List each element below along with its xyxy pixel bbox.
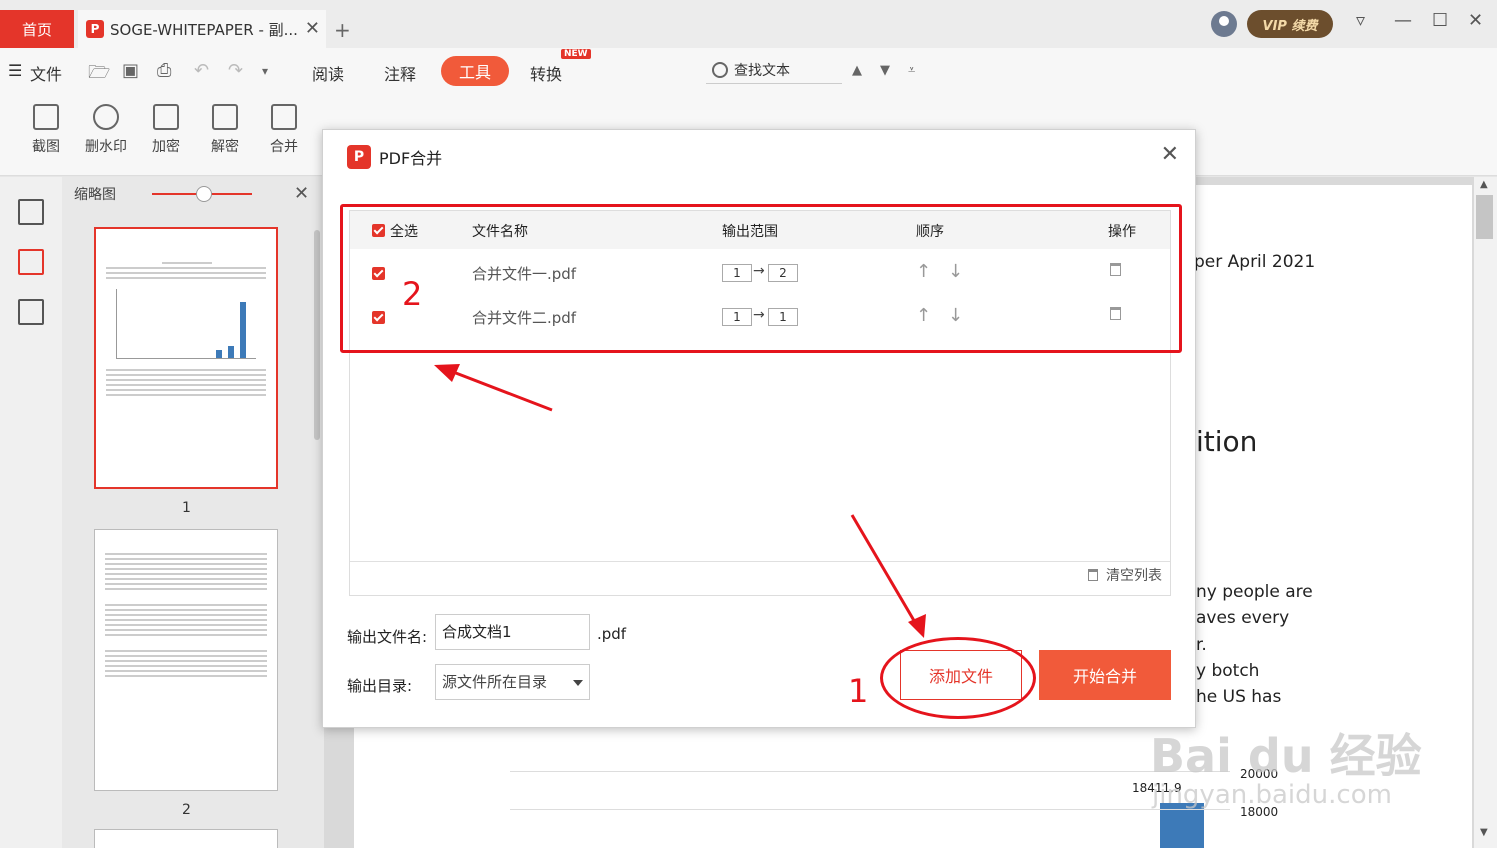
menu-convert[interactable]: 转换 [530,61,562,85]
doc-text: aves every [1196,608,1290,628]
minimize-icon[interactable]: — [1394,10,1412,31]
screenshot-tool[interactable]: 截图 [18,104,74,156]
clear-list-button[interactable]: 清空列表 [1088,565,1162,585]
lock-icon [153,104,179,130]
decrypt-tool[interactable]: 解密 [197,104,253,156]
close-icon[interactable]: ✕ [305,18,320,39]
window-close-icon[interactable]: ✕ [1468,10,1483,31]
search-prev-icon[interactable]: ▲ [852,63,862,78]
merge-tool[interactable]: 合并 [256,104,312,156]
trash-icon [1088,569,1098,581]
outline-icon[interactable] [18,199,44,225]
redo-icon[interactable]: ↷ [228,60,243,81]
annotation-number-1: 1 [848,672,869,710]
watermark-text: Bai du 经验 [1150,729,1422,783]
close-icon[interactable]: ✕ [294,183,309,204]
search-next-icon[interactable]: ▼ [880,63,890,78]
doc-text: per April 2021 [1194,252,1316,272]
search-input[interactable]: 查找文本 [706,56,842,84]
title-bar: 首页 P SOGE-WHITEPAPER - 副... ✕ + VIP 续费 ▿… [0,0,1497,48]
doc-text: r. [1196,635,1207,655]
page-thumbnail[interactable] [94,829,278,848]
menu-annotate[interactable]: 注释 [384,61,416,85]
remove-watermark-tool[interactable]: 删水印 [78,104,134,156]
chevron-down-icon [573,680,583,686]
close-icon[interactable]: ✕ [1161,142,1179,167]
page-thumbnail[interactable] [94,529,278,791]
pdf-logo-icon: P [347,145,371,169]
thumbnail-scrollbar[interactable] [314,230,320,440]
output-extension: .pdf [597,625,627,643]
menu-file[interactable]: 文件 [30,61,62,85]
menu-bar: ☰ 文件 🗁 ▣ ⎙ ↶ ↷ ▾ 阅读 注释 工具 转换 NEW 查找文本 ▲ … [0,48,1497,94]
list-divider [350,561,1170,562]
annotation-number-2: 2 [402,275,423,313]
doc-text: ny people are [1196,582,1313,602]
output-name-input[interactable]: 合成文档1 [435,614,590,650]
encrypt-tool[interactable]: 加密 [138,104,194,156]
menu-read[interactable]: 阅读 [312,61,344,85]
menu-dropdown-icon[interactable]: ▿ [1356,10,1365,31]
tab-document[interactable]: P SOGE-WHITEPAPER - 副... ✕ [78,10,326,48]
left-sidebar [0,177,62,848]
quick-access-dropdown-icon[interactable]: ▾ [262,64,268,78]
start-merge-button[interactable]: 开始合并 [1039,650,1171,700]
search-icon [712,61,728,78]
screenshot-icon [33,104,59,130]
watermark-url: jingyan.baidu.com [1152,780,1392,810]
print-icon[interactable]: ⎙ [157,60,171,81]
output-dir-value: 源文件所在目录 [442,673,548,691]
menu-tools[interactable]: 工具 [441,56,509,86]
merge-icon [271,104,297,130]
remove-watermark-label: 删水印 [85,139,127,155]
annotation-ellipse [880,637,1036,719]
chart-gridline [510,809,1230,810]
save-icon[interactable]: ▣ [122,60,139,81]
doc-text: y botch [1196,661,1260,681]
thumbnail-panel: 缩略图 ✕ 1 2 [62,177,324,848]
open-folder-icon[interactable]: 🗁 [88,60,110,90]
output-dir-label: 输出目录: [347,677,413,695]
output-name-label: 输出文件名: [347,628,428,646]
decrypt-label: 解密 [211,139,239,155]
thumbnail-title: 缩略图 [74,187,116,203]
search-options-icon[interactable]: ⩡ [908,63,915,78]
new-badge: NEW [561,49,591,59]
zoom-slider-handle[interactable] [196,186,212,202]
doc-heading: ition [1196,425,1258,458]
annotation-rectangle [340,204,1182,353]
unlock-icon [212,104,238,130]
bookmark-icon[interactable] [18,299,44,325]
page-number: 2 [182,802,191,818]
dialog-title-text: PDF合并 [379,149,443,168]
tab-home[interactable]: 首页 [0,10,74,48]
scroll-down-icon[interactable]: ▼ [1480,827,1488,838]
maximize-icon[interactable]: ☐ [1432,10,1448,31]
merge-label: 合并 [270,139,298,155]
tab-document-label: SOGE-WHITEPAPER - 副... [110,20,298,39]
dialog-title: P PDF合并 [347,145,442,169]
output-dir-select[interactable]: 源文件所在目录 [435,664,590,700]
page-number: 1 [182,500,191,516]
pdf-icon: P [86,20,104,38]
eraser-icon [93,104,119,130]
scroll-up-icon[interactable]: ▲ [1480,179,1488,190]
add-tab-icon[interactable]: + [334,18,351,42]
vip-renew-button[interactable]: VIP 续费 [1247,10,1333,38]
thumbnail-icon[interactable] [18,249,44,275]
user-avatar-icon[interactable] [1211,11,1237,37]
clear-list-label: 清空列表 [1106,568,1162,584]
document-scrollbar[interactable]: ▲ ▼ [1474,177,1497,848]
search-placeholder: 查找文本 [734,62,790,79]
page-thumbnail[interactable] [94,227,278,489]
encrypt-label: 加密 [152,139,180,155]
chart-gridline [510,771,1230,772]
screenshot-label: 截图 [32,139,60,155]
hamburger-icon[interactable]: ☰ [8,61,22,80]
undo-icon[interactable]: ↶ [194,60,209,81]
scrollbar-thumb[interactable] [1476,195,1493,239]
doc-text: he US has [1196,687,1282,707]
